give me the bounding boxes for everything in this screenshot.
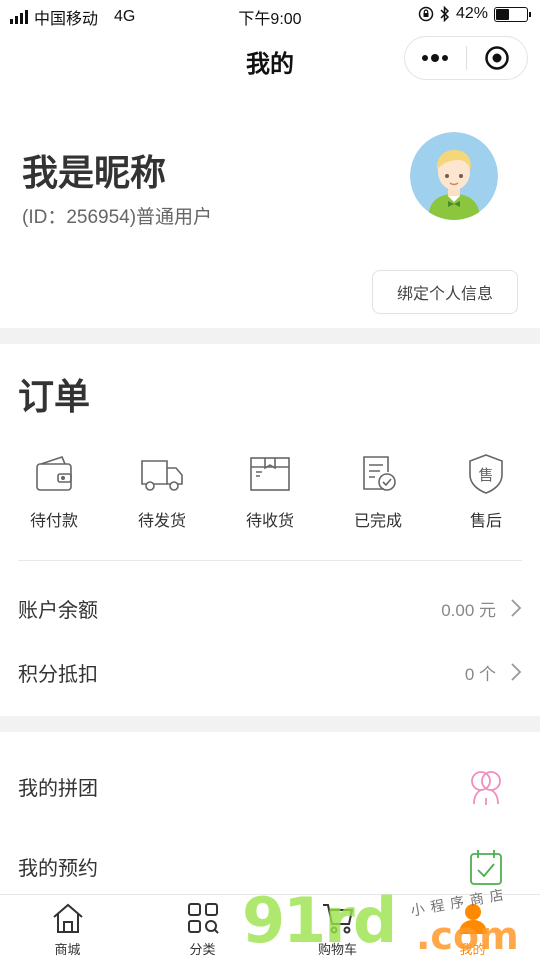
status-bar: 中国移动 4G 下午9:00 42% <box>0 0 540 30</box>
divider <box>18 560 522 561</box>
tab-label: 分类 <box>189 942 216 957</box>
points-value: 0 个 <box>464 664 496 684</box>
battery-icon <box>494 6 531 22</box>
order-status-list: 待付款 待发货 待收货 已完成 售 售后 <box>0 450 540 531</box>
order-status-label: 售后 <box>469 513 502 530</box>
booking-label: 我的预约 <box>18 858 98 880</box>
bind-info-button[interactable]: 绑定个人信息 <box>372 270 518 314</box>
order-status-label: 待付款 <box>29 513 78 530</box>
wallet-icon <box>36 456 72 491</box>
chevron-right-icon <box>511 599 522 617</box>
order-pending-shipment[interactable]: 待发货 <box>108 450 216 531</box>
group-icon <box>471 771 501 805</box>
avatar[interactable] <box>410 132 498 220</box>
booking-row[interactable]: 我的预约 <box>0 834 540 898</box>
package-icon <box>250 457 290 491</box>
battery-percent: 42% <box>455 5 488 22</box>
calendar-check-icon <box>470 850 502 885</box>
order-status-label: 待发货 <box>137 513 186 530</box>
shield-icon: 售 <box>469 454 503 494</box>
nav-bar: 我的 <box>0 30 540 88</box>
tab-cart[interactable]: 购物车 <box>270 895 405 960</box>
balance-label: 账户余额 <box>18 599 98 622</box>
close-button[interactable] <box>467 37 528 79</box>
order-title: 订单 <box>18 376 91 417</box>
tab-label: 我的 <box>459 942 486 957</box>
tab-category[interactable]: 分类 <box>135 895 270 960</box>
cart-icon <box>322 904 353 934</box>
more-button[interactable] <box>405 37 466 79</box>
tab-label: 商城 <box>54 942 81 957</box>
group-buy-label: 我的拼团 <box>18 778 98 800</box>
bluetooth-icon <box>440 6 450 22</box>
battery-fill <box>496 8 509 20</box>
user-id: (ID：256954)普通用户 <box>22 207 213 228</box>
tab-mall[interactable]: 商城 <box>0 895 135 960</box>
mini-program-capsule <box>404 36 528 80</box>
truck-icon <box>141 460 183 491</box>
order-section: 订单 待付款 待发货 待收货 已完成 售 售后 账户余额 0.00 元 积分抵扣… <box>0 344 540 716</box>
svg-text:售: 售 <box>478 466 493 484</box>
nickname: 我是昵称 <box>22 152 167 193</box>
avatar-image <box>410 132 498 220</box>
order-after-sales[interactable]: 售 售后 <box>432 450 540 531</box>
order-completed[interactable]: 已完成 <box>324 450 432 531</box>
home-icon <box>52 903 83 933</box>
tab-bar: 商城 分类 购物车 我的 <box>0 894 540 960</box>
order-status-label: 待收货 <box>245 513 294 530</box>
order-pending-receipt[interactable]: 待收货 <box>216 450 324 531</box>
ellipsis-icon <box>422 54 449 62</box>
profile-card: 我是昵称 (ID：256954)普通用户 绑定个人信息 <box>0 88 540 328</box>
points-label: 积分抵扣 <box>18 663 98 686</box>
group-buy-row[interactable]: 我的拼团 <box>0 754 540 818</box>
order-status-label: 已完成 <box>353 513 402 530</box>
checklist-icon <box>363 456 396 491</box>
target-icon <box>485 46 509 70</box>
tab-label: 购物车 <box>317 942 357 957</box>
order-pending-payment[interactable]: 待付款 <box>0 450 108 531</box>
user-icon <box>458 904 487 934</box>
tab-mine[interactable]: 我的 <box>405 895 540 960</box>
category-icon <box>187 903 219 934</box>
orientation-lock-icon <box>418 6 434 22</box>
balance-row[interactable]: 账户余额 0.00 元 <box>0 578 540 638</box>
points-row[interactable]: 积分抵扣 0 个 <box>0 642 540 702</box>
chevron-right-icon <box>511 663 522 681</box>
balance-value: 0.00 元 <box>441 600 496 620</box>
